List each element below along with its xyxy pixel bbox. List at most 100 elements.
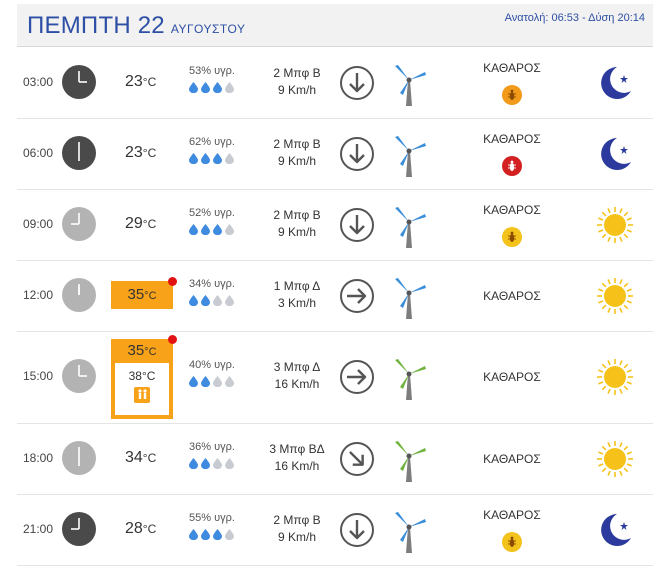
clock-icon: [62, 207, 96, 241]
wind-force: 2 Μπφ Β: [273, 137, 321, 151]
wind-direction-arrow-icon: [339, 359, 375, 395]
condition-label: ΚΑΘΑΡΟΣ: [483, 132, 541, 146]
humidity: 34% υγρ.: [189, 278, 249, 308]
wind-speed: 16 Km/h: [274, 459, 320, 473]
forecast-row: 18:00 34°C 36% υγρ. 3 Μπφ ΒΔ 16 Km/h ΚΑΘΑΡΟΣ: [17, 424, 653, 495]
sun-icon: [595, 276, 635, 316]
wind-force: 2 Μπφ Β: [273, 208, 321, 222]
wind-speed: 16 Km/h: [274, 377, 320, 391]
temperature-number: 28: [125, 520, 143, 537]
water-drop-icon: [201, 376, 210, 388]
humidity: 40% υγρ.: [189, 359, 249, 389]
temperature-number: 23: [125, 73, 143, 90]
humidity-label: 52% υγρ.: [189, 207, 235, 219]
clock-icon: [62, 441, 96, 475]
temperature-number: 35: [127, 342, 145, 359]
mosquito-alert-icon: [502, 227, 522, 247]
temperature-heat-box: 35°C 38°C: [111, 335, 177, 419]
condition-label: ΚΑΘΑΡΟΣ: [483, 508, 541, 522]
humidity: 53% υγρ.: [189, 65, 249, 95]
wind-speed: 9 Km/h: [277, 225, 316, 239]
water-drop-icon: [189, 153, 198, 165]
wind-turbine-icon: [389, 204, 429, 248]
water-drop-icon: [189, 295, 198, 307]
water-drop-icon: [201, 153, 210, 165]
water-drop-icon: [201, 224, 210, 236]
wind-turbine-icon: [389, 275, 429, 319]
wind-info: 1 Μπφ Δ 3 Km/h: [257, 278, 337, 312]
humidity-drops: [189, 295, 249, 308]
forecast-row: 09:00 29°C 52% υγρ. 2 Μπφ Β 9 Km/h ΚΑΘΑΡΟΣ: [17, 190, 653, 261]
water-drop-icon: [225, 153, 234, 165]
water-drop-icon: [189, 82, 198, 94]
clock-icon: [62, 136, 96, 170]
temperature-unit: °C: [142, 146, 157, 160]
water-drop-icon: [213, 82, 222, 94]
heat-alert-dot: [168, 277, 177, 286]
mosquito-alert-icon: [502, 85, 522, 105]
humidity-drops: [189, 224, 249, 237]
temperature-number: 29: [125, 215, 143, 232]
condition-label: ΚΑΘΑΡΟΣ: [483, 61, 541, 75]
water-drop-icon: [213, 376, 222, 388]
water-drop-icon: [201, 295, 210, 307]
water-drop-icon: [213, 458, 222, 470]
temperature-value: 29°C: [125, 215, 156, 233]
feels-like-value: 38°C: [128, 369, 156, 383]
wind-speed: 9 Km/h: [277, 83, 316, 97]
time-label: 03:00: [23, 75, 54, 89]
humidity-label: 62% υγρ.: [189, 136, 235, 148]
water-drop-icon: [189, 376, 198, 388]
temperature-value: 35°C: [111, 281, 173, 310]
water-drop-icon: [225, 529, 234, 541]
water-drop-icon: [225, 295, 234, 307]
mosquito-alert-icon: [502, 156, 522, 176]
forecast-row: 21:00 28°C 55% υγρ. 2 Μπφ Β 9 Km/h ΚΑΘΑΡΟΣ: [17, 495, 653, 566]
temperature-unit: °C: [142, 217, 157, 231]
water-drop-icon: [213, 529, 222, 541]
clock-icon: [62, 512, 96, 546]
temperature-unit: °C: [142, 451, 157, 465]
humidity: 55% υγρ.: [189, 512, 249, 542]
time-label: 06:00: [23, 146, 54, 160]
water-drop-icon: [201, 82, 210, 94]
temperature-unit: °C: [142, 75, 157, 89]
day-label: ΠΕΜΠΤΗ 22: [27, 12, 165, 39]
temperature-heat-box: 35°C: [111, 277, 177, 310]
condition-label: ΚΑΘΑΡΟΣ: [483, 452, 541, 466]
temperature-value: 23°C: [125, 73, 156, 91]
temperature-value: 28°C: [125, 520, 156, 538]
sky-condition: ΚΑΘΑΡΟΣ: [457, 203, 567, 247]
humidity: 62% υγρ.: [189, 136, 249, 166]
temperature-unit: °C: [142, 522, 157, 536]
wind-info: 3 Μπφ ΒΔ 16 Km/h: [257, 441, 337, 475]
feels-like-box: 38°C: [115, 363, 169, 415]
day-header: ΠΕΜΠΤΗ 22 ΑΥΓΟΥΣΤΟΥ Ανατολή: 06:53 - Δύση…: [17, 4, 653, 47]
moon-icon: [595, 134, 635, 174]
time-label: 15:00: [23, 369, 54, 383]
wind-turbine-icon: [389, 509, 429, 553]
water-drop-icon: [225, 458, 234, 470]
wind-turbine-icon: [389, 438, 429, 482]
sky-condition: ΚΑΘΑΡΟΣ: [457, 132, 567, 176]
forecast-row: 12:00 35°C 34% υγρ. 1 Μπφ Δ 3 Km/h ΚΑΘΑΡΟΣ: [17, 261, 653, 332]
water-drop-icon: [225, 82, 234, 94]
sun-icon: [595, 439, 635, 479]
temperature-number: 34: [125, 449, 143, 466]
humidity-drops: [189, 458, 249, 471]
water-drop-icon: [213, 224, 222, 236]
wind-direction-arrow-icon: [339, 136, 375, 172]
water-drop-icon: [225, 376, 234, 388]
time-label: 18:00: [23, 451, 54, 465]
wind-direction-arrow-icon: [339, 278, 375, 314]
humidity: 52% υγρ.: [189, 207, 249, 237]
water-drop-icon: [213, 153, 222, 165]
humidity: 36% υγρ.: [189, 441, 249, 471]
humidity-label: 55% υγρ.: [189, 512, 235, 524]
wind-direction-arrow-icon: [339, 441, 375, 477]
condition-label: ΚΑΘΑΡΟΣ: [483, 370, 541, 384]
water-drop-icon: [201, 529, 210, 541]
wind-direction-arrow-icon: [339, 207, 375, 243]
time-label: 21:00: [23, 522, 54, 536]
temperature-number: 35: [127, 286, 145, 303]
